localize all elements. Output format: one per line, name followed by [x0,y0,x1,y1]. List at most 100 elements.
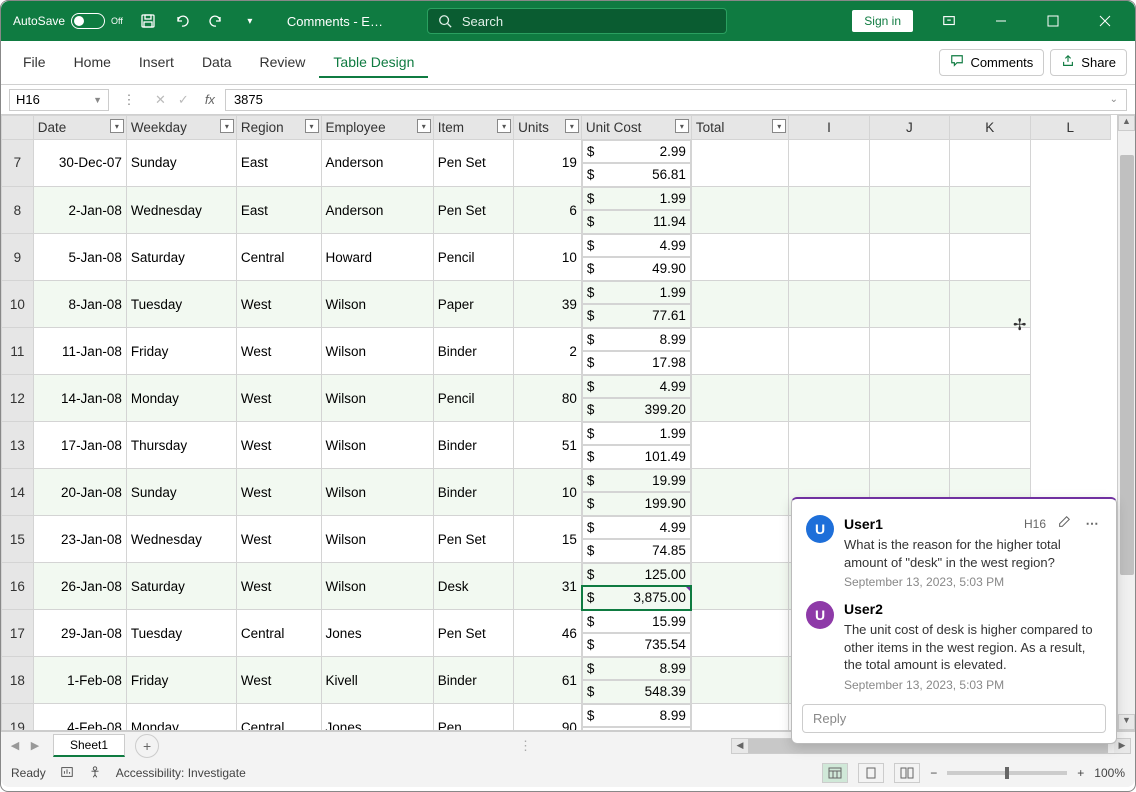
cell[interactable]: Anderson [321,187,433,234]
filter-dropdown-icon[interactable]: ▾ [772,119,786,133]
cell[interactable]: $2.99 [582,140,691,164]
cell[interactable]: 80 [514,375,582,422]
cell[interactable] [789,328,869,375]
zoom-out-icon[interactable]: − [930,766,937,780]
name-box[interactable]: H16 ▼ [9,89,109,111]
cell[interactable] [691,328,788,375]
cell[interactable]: $735.54 [582,633,691,657]
reply-input[interactable]: Reply [802,704,1106,733]
cell[interactable]: $399.20 [582,398,691,422]
search-input[interactable]: Search [427,8,727,34]
cell[interactable]: Pen Set [433,187,513,234]
cell[interactable] [691,657,788,704]
expand-formula-icon[interactable]: ⌄ [1110,94,1118,105]
column-header-C[interactable]: Region▾ [236,116,321,140]
edit-icon[interactable] [1054,515,1074,532]
cell[interactable]: Binder [433,657,513,704]
nav-prev-icon[interactable]: ◀ [5,739,25,752]
formula-input[interactable]: 3875 ⌄ [225,89,1127,111]
scroll-right-icon[interactable]: ▶ [1114,740,1130,751]
more-icon[interactable]: ⋯ [1082,516,1102,532]
cell[interactable] [950,139,1030,187]
cell[interactable]: Pencil [433,234,513,281]
cell[interactable]: West [236,657,321,704]
cell[interactable] [691,516,788,563]
cell[interactable]: $8.99 [582,657,691,681]
row-header[interactable]: 7 [2,139,34,187]
cell[interactable]: Wilson [321,328,433,375]
cell[interactable] [691,422,788,469]
cell[interactable]: Binder [433,469,513,516]
cell[interactable]: $101.49 [582,445,691,469]
stats-icon[interactable] [60,765,74,782]
cell[interactable]: Thursday [126,422,236,469]
tab-insert[interactable]: Insert [125,48,188,78]
cell[interactable]: Tuesday [126,610,236,657]
cell[interactable]: $11.94 [582,210,691,234]
cell[interactable]: Howard [321,234,433,281]
column-header-B[interactable]: Weekday▾ [126,116,236,140]
cell[interactable]: 30-Dec-07 [33,139,126,187]
page-layout-view-icon[interactable] [858,763,884,783]
cell[interactable]: Monday [126,375,236,422]
cell[interactable] [950,422,1030,469]
zoom-level[interactable]: 100% [1094,766,1125,780]
cell[interactable]: Wilson [321,563,433,610]
cell[interactable]: 20-Jan-08 [33,469,126,516]
sign-in-button[interactable]: Sign in [852,10,913,32]
cell[interactable]: Pen Set [433,139,513,187]
cell[interactable]: 26-Jan-08 [33,563,126,610]
cell[interactable]: Wednesday [126,516,236,563]
cell[interactable] [691,704,788,731]
maximize-icon[interactable] [1027,1,1079,41]
cell[interactable]: Wilson [321,516,433,563]
undo-icon[interactable] [165,4,199,38]
tab-review[interactable]: Review [246,48,320,78]
tab-data[interactable]: Data [188,48,246,78]
cell[interactable]: $19.99 [582,469,691,493]
filter-dropdown-icon[interactable]: ▾ [565,119,579,133]
cell[interactable]: $1.99 [582,281,691,305]
cell[interactable]: $548.39 [582,680,691,704]
cell[interactable]: $17.98 [582,351,691,375]
row-header[interactable]: 8 [2,187,34,234]
cell[interactable]: $56.81 [582,163,691,187]
scroll-up-icon[interactable]: ▲ [1118,115,1135,131]
accessibility-status[interactable]: Accessibility: Investigate [116,766,246,780]
cell[interactable]: Wilson [321,469,433,516]
row-header[interactable]: 14 [2,469,34,516]
column-header-H[interactable]: Total▾ [691,116,788,140]
cell[interactable]: West [236,563,321,610]
cell[interactable]: 4-Feb-08 [33,704,126,731]
cell[interactable]: $4.99 [582,516,691,540]
cell[interactable]: 61 [514,657,582,704]
cell[interactable]: $3,875.00 [582,586,691,610]
cell[interactable] [950,187,1030,234]
cell[interactable] [691,234,788,281]
cell[interactable]: West [236,422,321,469]
cell[interactable] [789,139,869,187]
row-header[interactable]: 13 [2,422,34,469]
cell[interactable] [950,234,1030,281]
cell[interactable]: $125.00 [582,563,691,587]
cell[interactable]: Pen [433,704,513,731]
cell[interactable] [950,375,1030,422]
row-header[interactable]: 19 [2,704,34,731]
scroll-down-icon[interactable]: ▼ [1118,714,1135,730]
cell[interactable] [789,187,869,234]
cell[interactable]: 17-Jan-08 [33,422,126,469]
close-icon[interactable] [1079,1,1131,41]
cell[interactable]: West [236,375,321,422]
row-header[interactable]: 15 [2,516,34,563]
cell[interactable] [691,375,788,422]
cell[interactable]: Friday [126,328,236,375]
column-header-K[interactable]: K [950,116,1030,140]
filter-dropdown-icon[interactable]: ▾ [110,119,124,133]
row-header[interactable]: 16 [2,563,34,610]
cell[interactable] [869,422,949,469]
cell[interactable] [691,563,788,610]
column-header-L[interactable]: L [1030,116,1111,140]
cell[interactable] [869,187,949,234]
cell[interactable]: 10 [514,469,582,516]
cell[interactable]: 2 [514,328,582,375]
